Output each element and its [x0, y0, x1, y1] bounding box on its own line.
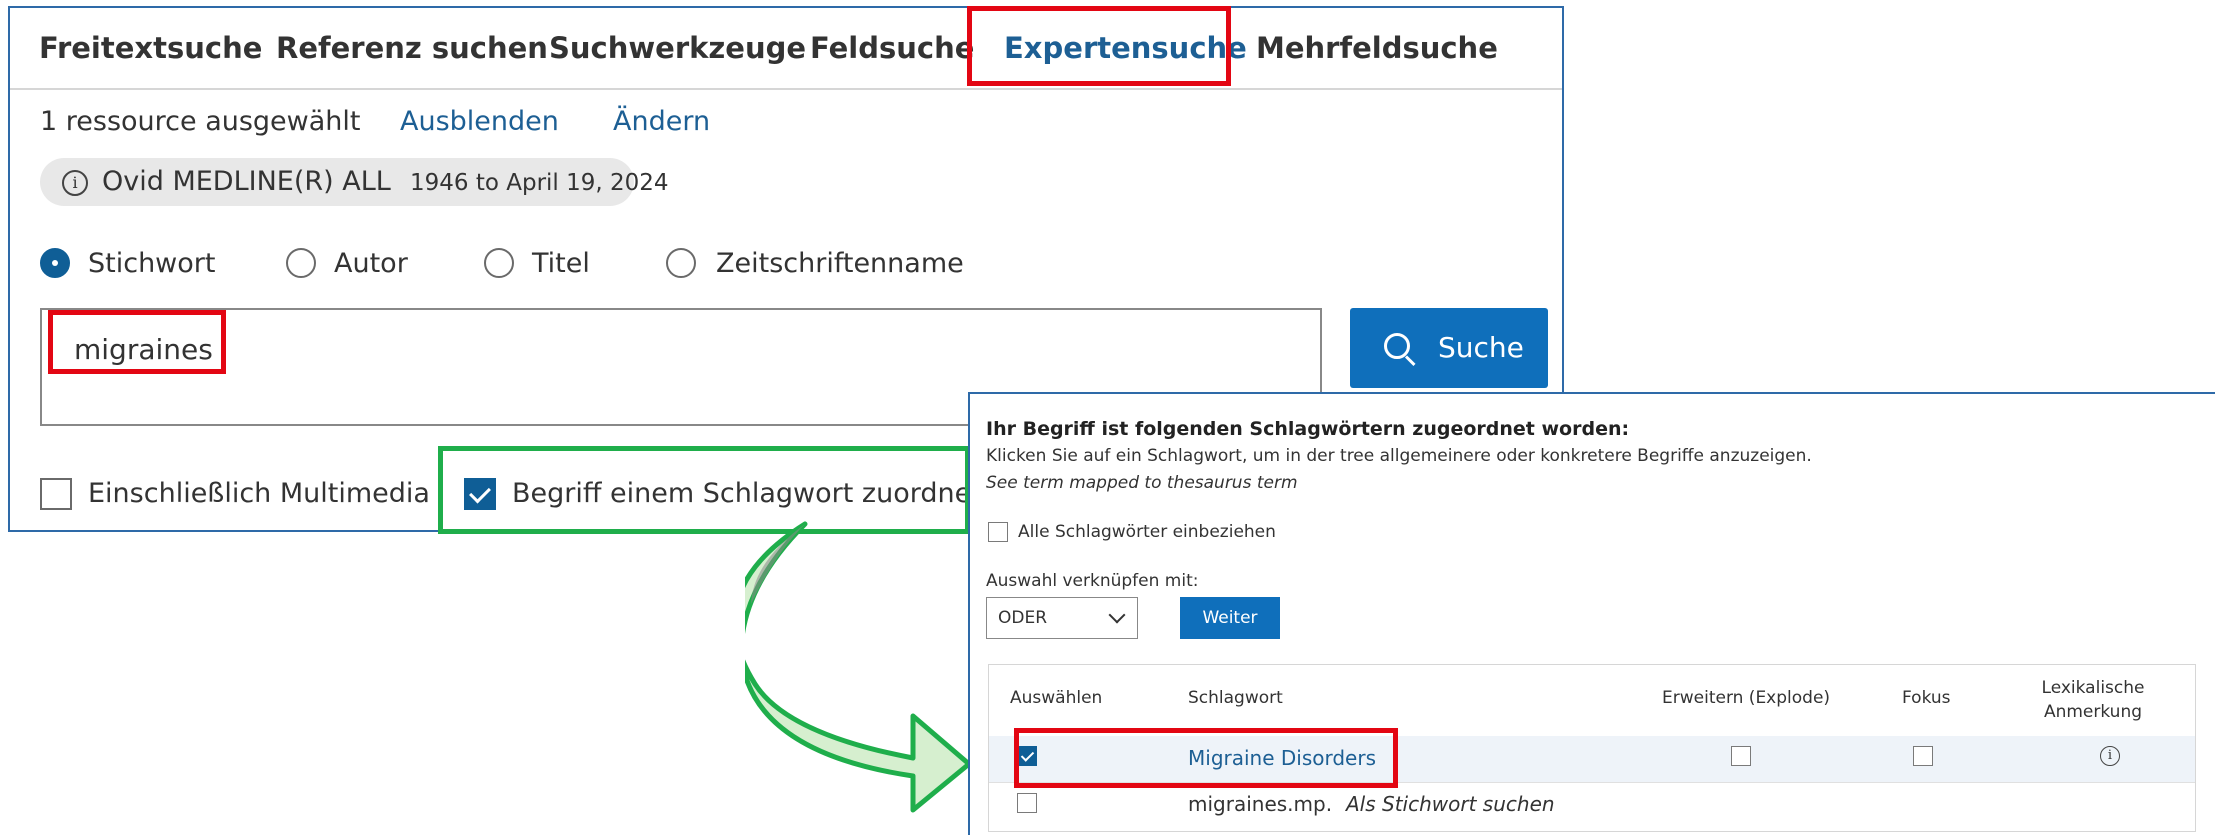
- continue-button[interactable]: Weiter: [1180, 597, 1280, 639]
- curved-arrow-graphic: [745, 521, 972, 813]
- radio-stichwort[interactable]: [40, 248, 70, 278]
- keyword-term: migraines.mp.: [1188, 792, 1333, 816]
- include-all-label: Alle Schlagwörter einbeziehen: [1018, 522, 1276, 542]
- keyword-suffix: Als Stichwort suchen: [1346, 792, 1555, 816]
- hide-resources-link[interactable]: Ausblenden: [400, 106, 559, 137]
- focus-checkbox[interactable]: [1913, 746, 1933, 766]
- table-row: [989, 736, 2195, 782]
- radio-titel[interactable]: [484, 248, 514, 278]
- database-range: 1946 to April 19, 2024: [410, 170, 669, 196]
- resources-selected-text: 1 ressource ausgewählt: [40, 106, 361, 137]
- search-button-label: Suche: [1438, 331, 1524, 364]
- combine-select[interactable]: ODER: [986, 597, 1138, 639]
- radio-zeitschriftenname-label: Zeitschriftenname: [716, 248, 964, 279]
- tab-mehrfeldsuche[interactable]: Mehrfeldsuche: [1256, 8, 1498, 88]
- search-icon: [1384, 333, 1410, 359]
- info-icon[interactable]: i: [62, 170, 88, 196]
- tab-expertensuche[interactable]: Expertensuche: [1004, 8, 1247, 88]
- map-term-checkbox[interactable]: [464, 478, 496, 510]
- header-select: Auswählen: [1010, 688, 1103, 708]
- tab-freitextsuche[interactable]: Freitextsuche: [39, 8, 262, 88]
- term-mapping-panel: Ihr Begriff ist folgenden Schlagwörtern …: [968, 392, 2215, 835]
- radio-zeitschriftenname[interactable]: [666, 248, 696, 278]
- radio-stichwort-label: Stichwort: [88, 248, 216, 279]
- header-term: Schlagwort: [1188, 688, 1283, 708]
- search-tabs: Freitextsuche Referenz suchen Suchwerkze…: [10, 8, 1562, 90]
- tab-suchwerkzeuge[interactable]: Suchwerkzeuge: [549, 8, 806, 88]
- mapping-instruction: Klicken Sie auf ein Schlagwort, um in de…: [986, 446, 1812, 466]
- mapping-see-also: See term mapped to thesaurus term: [986, 473, 1298, 493]
- tab-referenz-suchen[interactable]: Referenz suchen: [276, 8, 548, 88]
- row-divider: [989, 782, 2195, 783]
- multimedia-checkbox-label: Einschließlich Multimedia: [88, 478, 430, 509]
- search-button[interactable]: Suche: [1350, 308, 1548, 388]
- combine-select-value: ODER: [998, 608, 1048, 628]
- radio-titel-label: Titel: [532, 248, 590, 279]
- row-select-checkbox-keyword[interactable]: [1017, 793, 1037, 813]
- radio-autor[interactable]: [286, 248, 316, 278]
- arrow-shape: [745, 521, 972, 813]
- chevron-down-icon: [1108, 606, 1126, 624]
- map-term-checkbox-label: Begriff einem Schlagwort zuordnen: [512, 478, 989, 509]
- radio-autor-label: Autor: [334, 248, 408, 279]
- combine-label: Auswahl verknüpfen mit:: [986, 571, 1199, 591]
- multimedia-checkbox[interactable]: [40, 478, 72, 510]
- database-name: Ovid MEDLINE(R) ALL: [102, 166, 391, 197]
- header-focus: Fokus: [1902, 688, 1951, 708]
- include-all-checkbox[interactable]: [988, 522, 1008, 542]
- header-scope-note: Lexikalische Anmerkung: [2041, 678, 2145, 722]
- explode-checkbox[interactable]: [1731, 746, 1751, 766]
- header-explode: Erweitern (Explode): [1662, 688, 1831, 708]
- database-chip: i Ovid MEDLINE(R) ALL 1946 to April 19, …: [40, 158, 669, 206]
- term-link[interactable]: Migraine Disorders: [1188, 746, 1376, 770]
- mapping-title: Ihr Begriff ist folgenden Schlagwörtern …: [986, 418, 1630, 440]
- row-select-checkbox[interactable]: [1017, 746, 1037, 766]
- search-query: migraines: [74, 333, 213, 366]
- scope-note-info-icon[interactable]: i: [2100, 746, 2120, 766]
- change-resources-link[interactable]: Ändern: [613, 106, 710, 137]
- tab-feldsuche[interactable]: Feldsuche: [810, 8, 974, 88]
